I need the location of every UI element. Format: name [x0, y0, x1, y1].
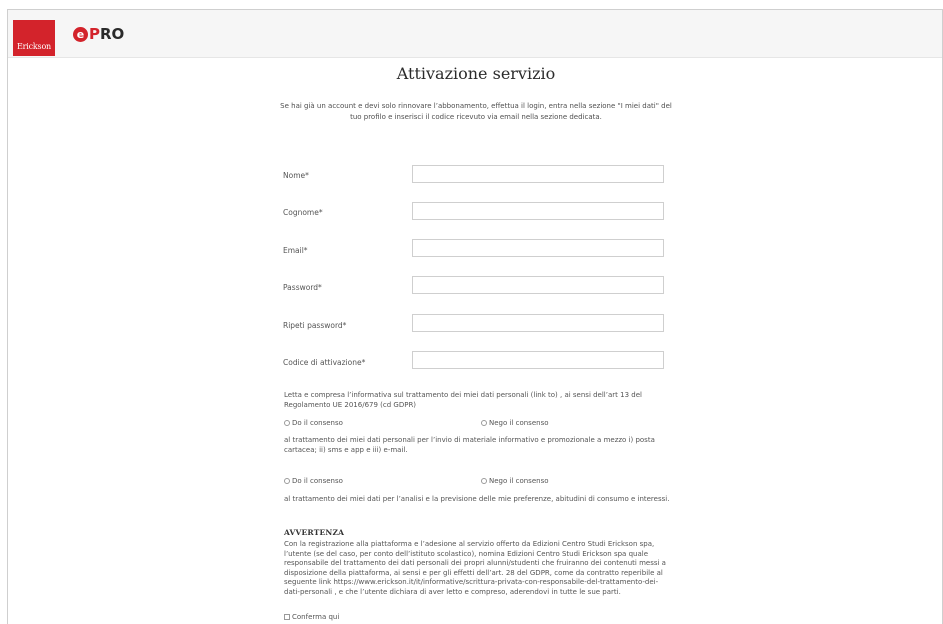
- repeat-password-label: Ripeti password*: [283, 321, 347, 330]
- confirm-label: Conferma qui: [292, 613, 340, 621]
- warning-title: AVVERTENZA: [284, 528, 345, 537]
- marketing-text: al trattamento dei miei dati personali p…: [284, 436, 655, 454]
- nome-label: Nome*: [283, 171, 309, 180]
- radio-circle-icon: [284, 478, 290, 484]
- cognome-label: Cognome*: [283, 208, 323, 217]
- consent1-yes-radio[interactable]: Do il consenso: [284, 419, 343, 427]
- repeat-password-field[interactable]: [412, 314, 664, 332]
- epro-ro-letters: RO: [100, 25, 125, 43]
- page-title: Attivazione servizio: [396, 64, 556, 83]
- cognome-field[interactable]: [412, 202, 664, 220]
- page-frame: Erickson e P RO Attivazione servizio Se …: [7, 9, 943, 624]
- privacy-text: Letta e compresa l’informativa sul tratt…: [284, 391, 642, 409]
- confirm-checkbox[interactable]: Conferma qui: [284, 613, 339, 621]
- consent2-no-radio[interactable]: Nego il consenso: [481, 477, 549, 485]
- profiling-text: al trattamento dei miei dati per l’anali…: [284, 495, 670, 503]
- consent1-no-radio[interactable]: Nego il consenso: [481, 419, 549, 427]
- consent2-yes-radio[interactable]: Do il consenso: [284, 477, 343, 485]
- epro-e-icon: e: [73, 26, 88, 42]
- nome-field[interactable]: [412, 165, 664, 183]
- top-bar: Erickson e P RO: [8, 10, 942, 58]
- epro-logo[interactable]: e P RO: [73, 24, 124, 44]
- radio-circle-icon: [284, 420, 290, 426]
- radio-circle-icon: [481, 420, 487, 426]
- activation-code-field[interactable]: [412, 351, 664, 369]
- activation-code-label: Codice di attivazione*: [283, 358, 366, 367]
- warning-text: Con la registrazione alla piattaforma e …: [284, 540, 666, 596]
- erickson-logo[interactable]: Erickson: [13, 20, 55, 56]
- radio-circle-icon: [481, 478, 487, 484]
- password-label: Password*: [283, 283, 322, 292]
- consent1-no-label: Nego il consenso: [489, 419, 549, 427]
- consent1-yes-label: Do il consenso: [292, 419, 343, 427]
- consent2-yes-label: Do il consenso: [292, 477, 343, 485]
- checkbox-icon: [284, 614, 290, 620]
- consent2-no-label: Nego il consenso: [489, 477, 549, 485]
- erickson-logo-text: Erickson: [16, 42, 52, 51]
- password-field[interactable]: [412, 276, 664, 294]
- epro-p-letter: P: [89, 25, 100, 43]
- email-field[interactable]: [412, 239, 664, 257]
- email-label: Email*: [283, 246, 308, 255]
- intro-text: Se hai già un account e devi solo rinnov…: [280, 102, 672, 121]
